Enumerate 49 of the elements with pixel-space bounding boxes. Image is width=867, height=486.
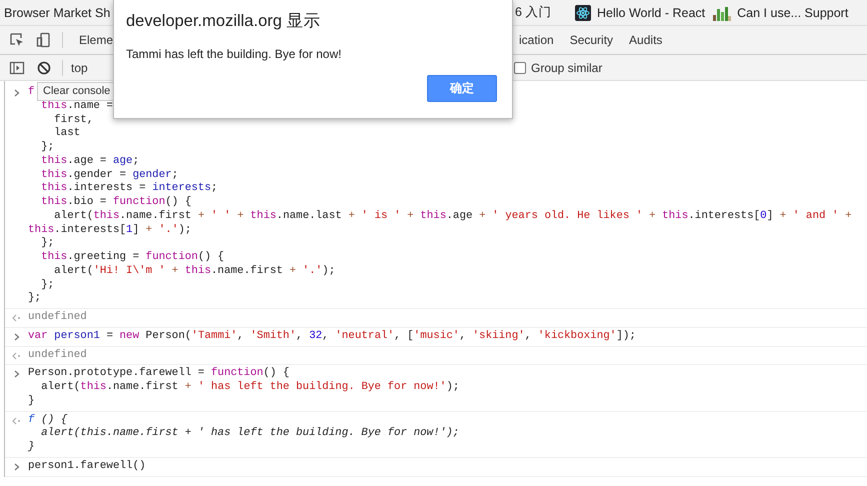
devtools-tab[interactable]: Security (562, 26, 622, 54)
bookmark[interactable]: Can I use... Support (709, 4, 852, 20)
code-line: }; (40, 141, 54, 155)
chevron-right-icon (14, 89, 20, 97)
devtools-tab[interactable]: Audits (621, 26, 670, 54)
chevron-right-icon (14, 462, 20, 471)
code-line: this.interests[1] + '.'); (28, 224, 192, 237)
bookmark-label: Hello World - React (597, 6, 706, 20)
bookmark-label: Can I use... Support (737, 6, 848, 20)
code-line: last (53, 127, 80, 141)
code-line: this.interests = interests; (40, 182, 218, 196)
result-line: f () { (28, 414, 68, 427)
code-line: }; (28, 292, 42, 306)
bookmark[interactable]: Hello World - React (571, 4, 710, 20)
result-line: undefined (28, 348, 87, 362)
code-line: var person1 = new Person('Tammi', 'Smith', 32, 'neutral', ['music', 'skiing', 'kickboxing']); (28, 330, 636, 344)
code-line: }; (40, 237, 54, 251)
code-line: this.bio = function() { (40, 196, 192, 210)
group-similar-checkbox[interactable] (514, 62, 526, 74)
code-line: this.age = age; (40, 154, 140, 168)
result-line: undefined (28, 311, 87, 325)
bookmark[interactable]: 6 入门 (511, 4, 571, 21)
code-line: }; (40, 278, 54, 292)
code-line: f (28, 86, 35, 100)
atom-icon (575, 4, 591, 20)
dialog-title: developer.mozilla.org 显示 (126, 11, 322, 32)
bar-chart-icon (713, 4, 732, 20)
code-line: alert(this.name.first + ' ' + this.name.last + ' is ' + this.age + ' years old. He likes ' + this.interests[0] + ' and ' + (53, 210, 852, 224)
code-line: first, (53, 114, 94, 127)
chevron-right-icon (14, 332, 20, 341)
result-line: } (28, 441, 35, 455)
dialog-message: Tammi has left the building. Bye for now! (126, 47, 342, 61)
group-similar-label: Group similar (531, 60, 602, 74)
code-line: person1.farewell() (28, 460, 146, 474)
bookmark-label: Browser Market Sh (4, 6, 110, 20)
code-line: this.name = (40, 100, 113, 114)
code-line: } (28, 394, 35, 408)
return-arrow-icon (12, 416, 21, 424)
result-line: alert(this.name.first + ' has left the building. Bye for now!'); (40, 427, 460, 441)
code-line: this.gender = gender; (40, 168, 178, 182)
code-line: Person.prototype.farewell = function() { (28, 367, 290, 381)
devtools-tab[interactable]: ication (511, 26, 562, 54)
bookmark-label: 6 入门 (515, 4, 552, 21)
return-arrow-icon (12, 352, 21, 360)
code-line: this.greeting = function() { (40, 251, 224, 265)
code-line: alert(this.name.first + ' has left the building. Bye for now!'); (40, 381, 460, 395)
return-arrow-icon (12, 314, 21, 322)
code-line: alert('Hi! I\'m ' + this.name.first + '.'); (53, 264, 336, 278)
chevron-right-icon (14, 370, 20, 378)
